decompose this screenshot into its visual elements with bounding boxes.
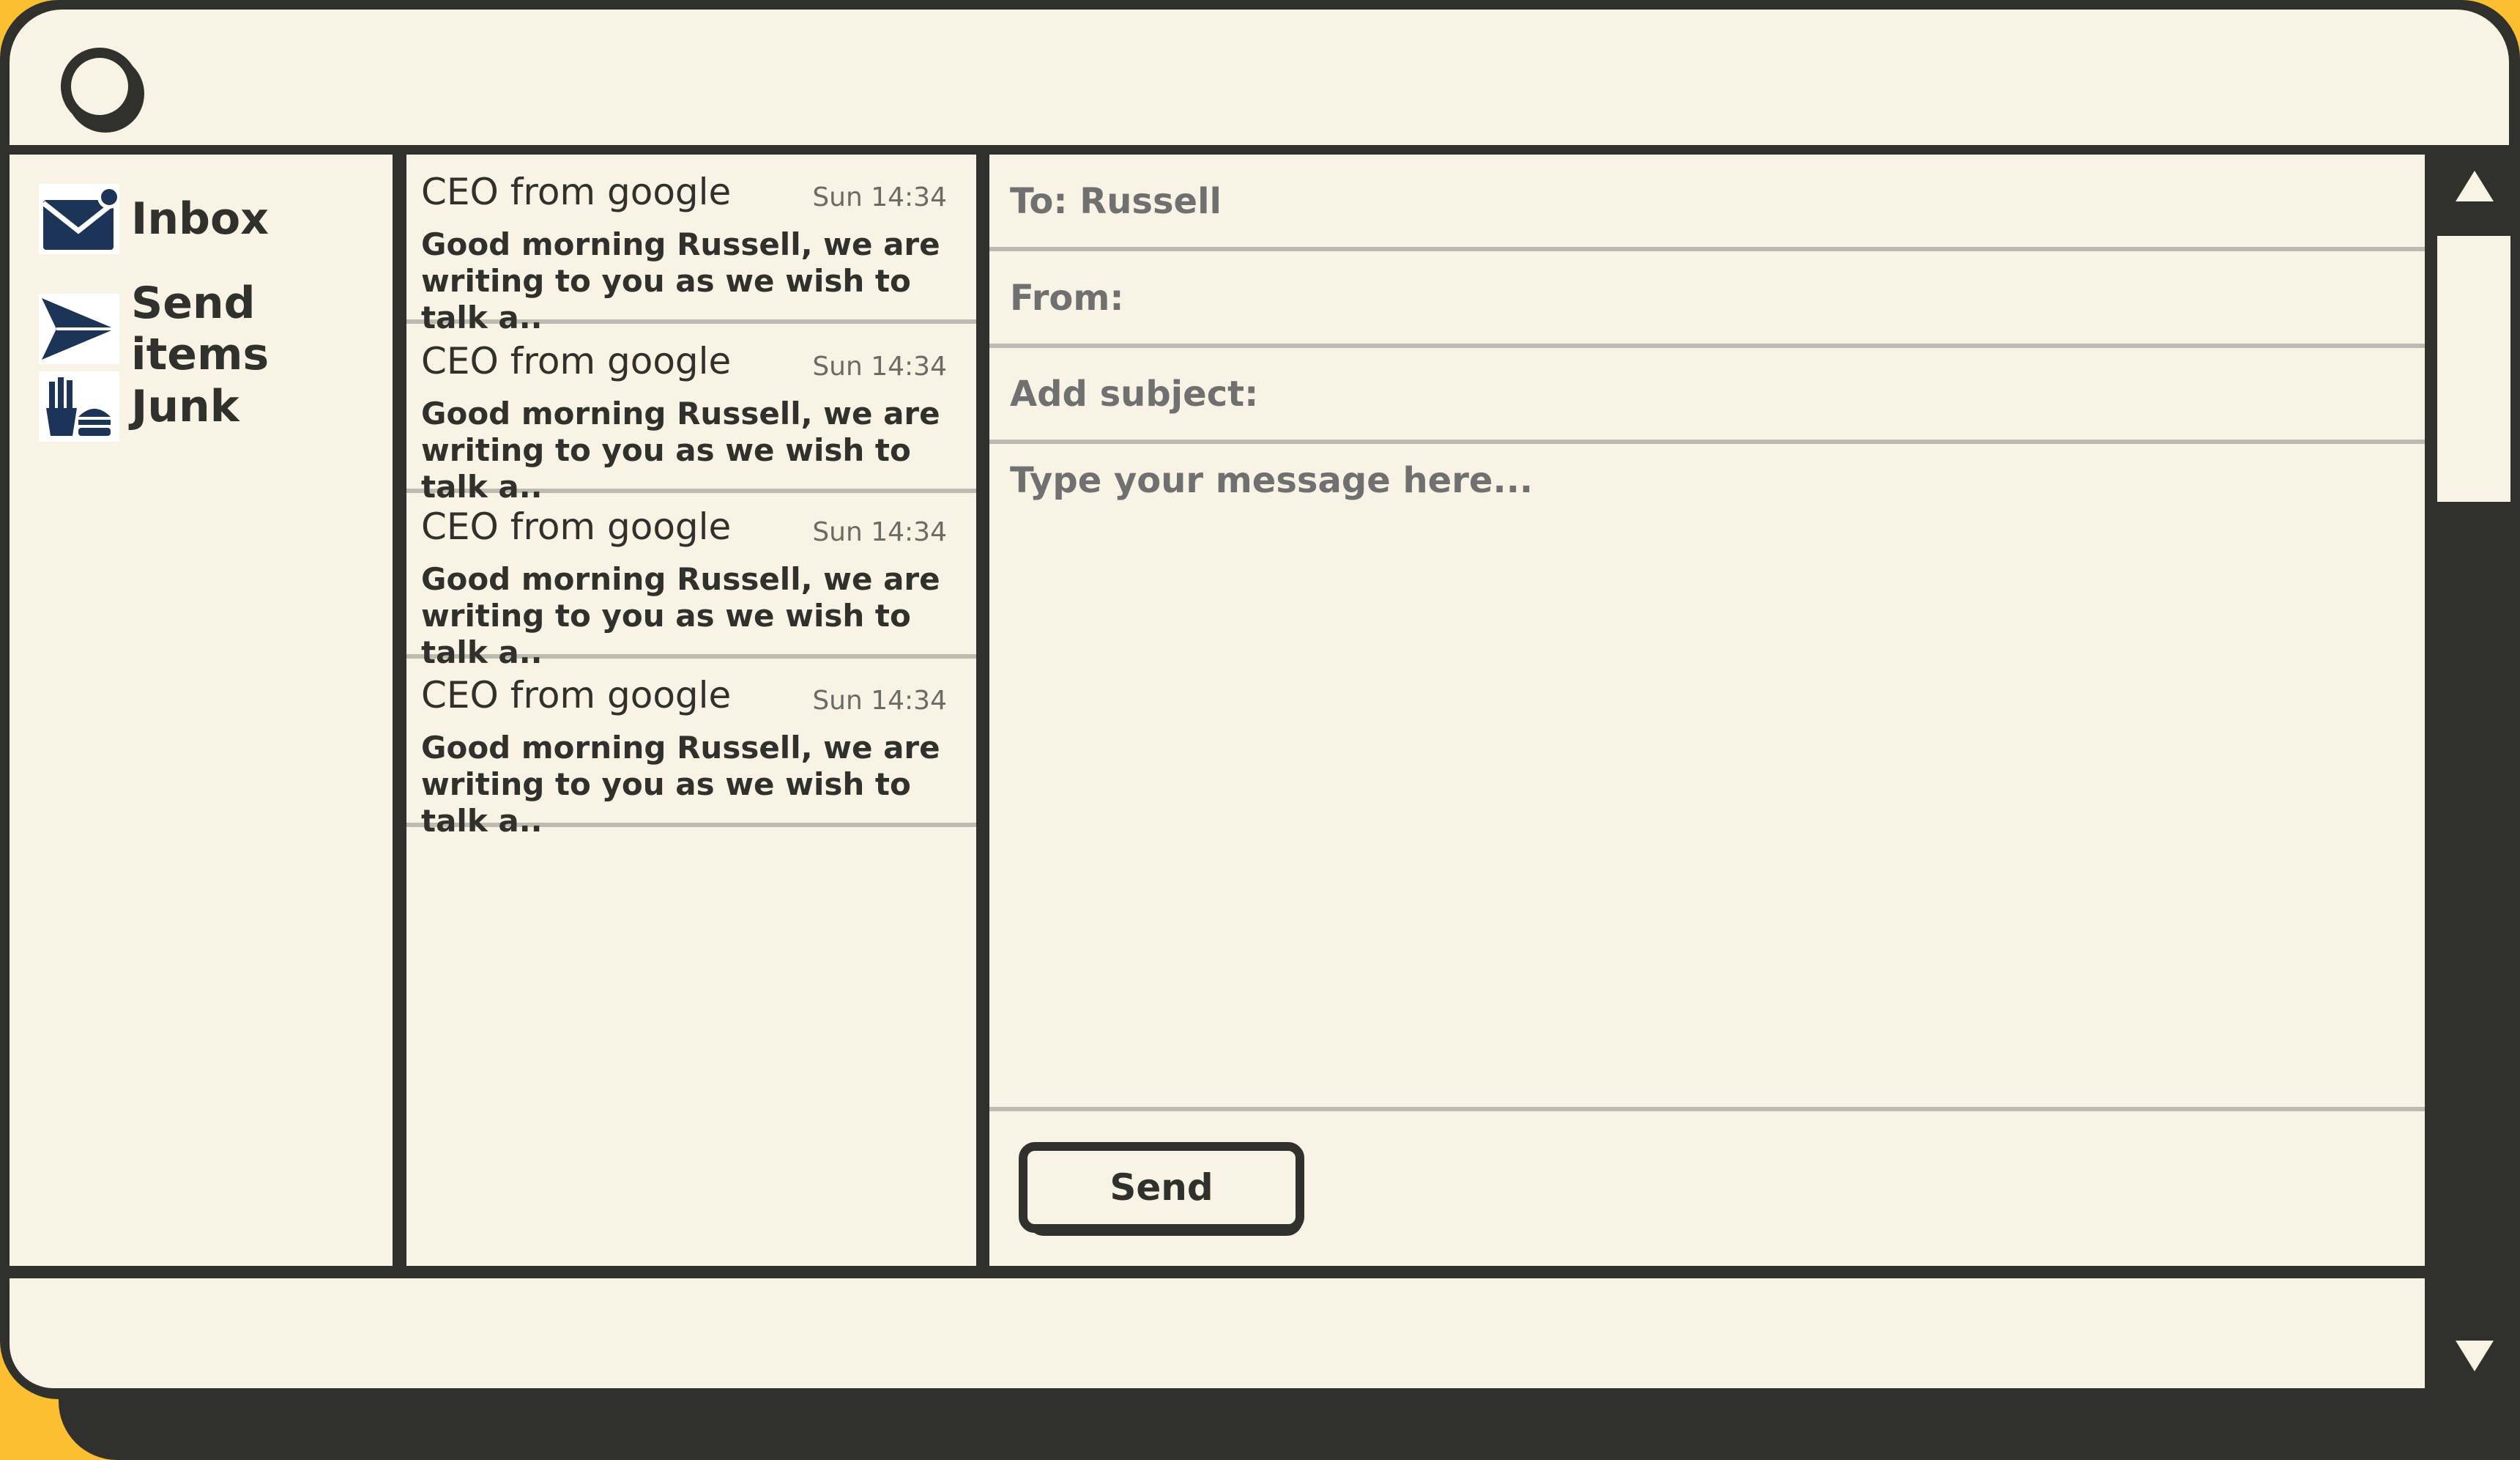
app-window: Inbox Send items Junk CEO from google Su… [0,0,2520,1399]
triangle-up-icon[interactable] [2456,171,2494,201]
folder-sidebar: Inbox Send items Junk [10,155,393,1266]
list-item[interactable]: CEO from google Sun 14:34 Good morning R… [406,324,976,505]
message-time: Sun 14:34 [812,517,947,547]
message-preview: Good morning Russell, we are writing to … [421,730,956,840]
status-bar [10,1278,2425,1388]
to-field-row [989,155,2425,251]
send-button-wrap: Send [1019,1142,1312,1237]
message-preview: Good morning Russell, we are writing to … [421,226,956,336]
preview-line: writing to you as we wish to talk a.. [421,766,911,839]
sidebar-item-label: Send items [131,278,270,380]
triangle-down-icon[interactable] [2456,1341,2494,1371]
list-item[interactable]: CEO from google Sun 14:34 Good morning R… [406,658,976,839]
scrollbar-thumb[interactable] [2437,236,2510,502]
message-sender: CEO from google [421,340,732,382]
title-bar [10,10,2509,145]
message-preview: Good morning Russell, we are writing to … [421,561,956,671]
subject-field[interactable] [1008,347,2403,441]
message-time: Sun 14:34 [812,182,947,212]
compose-panel: Send [989,155,2425,1266]
preview-line: Good morning Russell, we are [421,226,940,262]
preview-line: Good morning Russell, we are [421,396,940,431]
to-field[interactable] [1008,155,2403,248]
send-button[interactable]: Send [1019,1142,1304,1233]
message-sender: CEO from google [421,505,732,548]
sidebar-item-label: Inbox [131,193,269,245]
circle-logo-icon[interactable] [61,48,138,125]
sidebar-item-label: Junk [131,381,239,432]
preview-line: Good morning Russell, we are [421,730,940,766]
message-time: Sun 14:34 [812,352,947,382]
list-item[interactable]: CEO from google Sun 14:34 Good morning R… [406,155,976,336]
sidebar-item-inbox[interactable]: Inbox [39,184,269,254]
subject-field-row [989,347,2425,444]
message-sender: CEO from google [421,674,732,716]
message-time: Sun 14:34 [812,686,947,716]
preview-line: Good morning Russell, we are [421,561,940,597]
message-list: CEO from google Sun 14:34 Good morning R… [406,155,976,1266]
message-body-row [989,444,2425,1111]
sidebar-item-junk[interactable]: Junk [39,371,239,442]
paper-plane-icon [39,294,119,364]
message-sender: CEO from google [421,171,732,213]
from-field[interactable] [1008,251,2403,345]
message-body-input[interactable] [1008,459,2403,1092]
junk-food-icon [39,371,119,442]
list-item[interactable]: CEO from google Sun 14:34 Good morning R… [406,489,976,670]
from-field-row [989,251,2425,348]
sidebar-item-send-items[interactable]: Send items [39,278,393,380]
envelope-notification-icon [39,184,119,254]
